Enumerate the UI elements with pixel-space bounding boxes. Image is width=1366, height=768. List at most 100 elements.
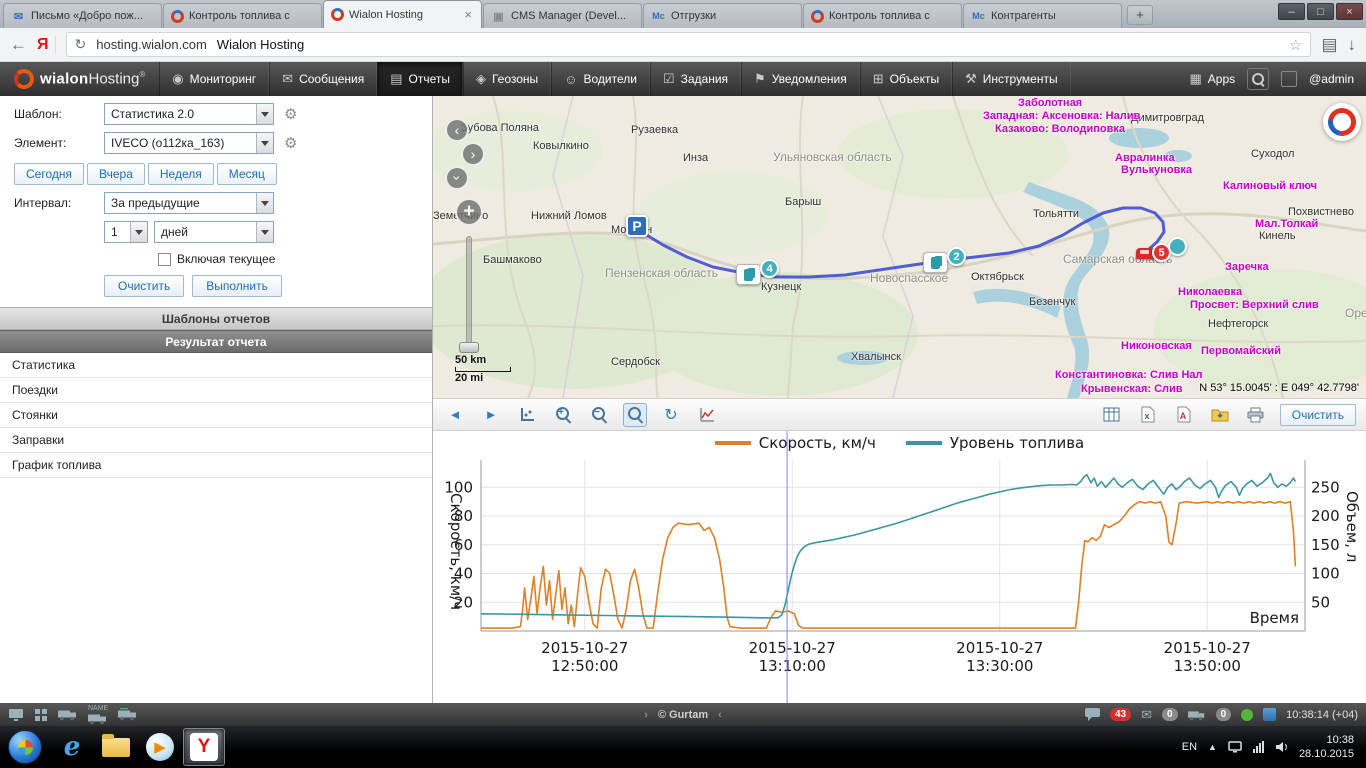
tab-close-icon[interactable]: × [462,7,474,22]
url-box[interactable]: ↻ hosting.wialon.com Wialon Hosting ☆ [66,32,1312,57]
network-icon[interactable] [1253,741,1264,753]
template-settings-wrench-icon[interactable]: ⚙ [284,105,297,123]
period-button[interactable]: Неделя [148,163,214,185]
map-down-button[interactable]: › [445,166,469,190]
export-pdf-icon[interactable]: A [1172,403,1196,427]
browser-tab[interactable]: McКонтрагенты [963,3,1122,28]
parking-marker[interactable]: P [626,215,648,237]
back-button[interactable]: ← [10,35,27,55]
window-maximize-button[interactable]: □ [1307,3,1334,20]
table-view-icon[interactable] [1100,403,1124,427]
nav-item-jobs[interactable]: ☑Задания [650,62,741,96]
browser-tab[interactable]: Wialon Hosting× [323,0,482,28]
reload-icon[interactable]: ↻ [75,36,87,53]
period-button[interactable]: Месяц [217,163,277,185]
taskbar-yandex-browser-icon[interactable]: Y [183,728,225,766]
bookmark-star-icon[interactable]: ☆ [1289,36,1302,54]
interval-count-select[interactable]: 1 [104,221,148,243]
panel-collapse-right-icon[interactable]: ‹ [718,709,722,721]
apps-button[interactable]: ▦ Apps [1189,71,1235,87]
execute-button[interactable]: Выполнить [192,275,282,297]
copyright-label[interactable]: © Gurtam [658,709,708,721]
nav-item-messages[interactable]: ✉Сообщения [269,62,377,96]
taskbar-explorer-icon[interactable] [95,728,137,766]
nav-item-drivers[interactable]: ☺Водители [551,62,650,96]
browser-tab[interactable]: ✉Письмо «Добро пож... [3,3,162,28]
start-button[interactable] [8,730,42,764]
new-tab-button[interactable]: + [1127,5,1153,25]
user-menu[interactable]: @admin [1309,72,1354,86]
tray-display-icon[interactable] [1228,741,1242,753]
period-button[interactable]: Сегодня [14,163,84,185]
downloads-icon[interactable]: ↓ [1348,35,1357,55]
graph-settings-icon[interactable] [515,403,539,427]
map-back-button[interactable]: ‹ [445,118,469,142]
clear-chart-button[interactable]: Очистить [1280,404,1356,426]
chat-icon[interactable] [1085,708,1100,721]
volume-icon[interactable] [1275,741,1288,753]
browser-tab[interactable]: Контроль топлива с [163,3,322,28]
template-select[interactable]: Статистика 2.0 [104,103,274,125]
reading-mode-icon[interactable]: ▤ [1321,35,1337,55]
monitor-icon[interactable] [8,708,24,722]
report-section-item[interactable]: Статистика [0,353,432,378]
nav-item-units[interactable]: ⊞Объекты [860,62,952,96]
truck-group-icon[interactable] [58,708,78,721]
fuel-chart-panel[interactable]: Скорость, км/чУровень топлива 2040608010… [433,431,1366,703]
tray-expand-icon[interactable]: ▲ [1208,742,1217,752]
modules-grid-icon[interactable] [34,708,48,722]
taskbar-media-player-icon[interactable]: ▶ [139,728,181,766]
include-current-checkbox[interactable] [158,253,171,266]
taskbar-clock[interactable]: 10:38 28.10.2015 [1299,733,1354,762]
nav-item-notifications[interactable]: ⚑Уведомления [741,62,860,96]
map-forward-button[interactable]: › [461,142,485,166]
zoom-slider-track[interactable] [466,236,472,348]
report-section-item[interactable]: Заправки [0,428,432,453]
export-excel-icon[interactable]: x [1136,403,1160,427]
browser-tab[interactable]: ▣CMS Manager (Devel... [483,3,642,28]
event-count-marker[interactable]: 5 [1152,243,1171,262]
report-section-item[interactable]: Стоянки [0,403,432,428]
panel-collapse-left-icon[interactable]: › [644,709,648,721]
report-section-item[interactable]: График топлива [0,453,432,478]
next-page-button[interactable]: ► [479,403,503,427]
fuel-station-marker[interactable] [736,264,761,285]
interval-select[interactable]: За предыдущие [104,192,274,214]
zoom-out-icon[interactable]: − [587,403,611,427]
nav-item-geofences[interactable]: ◈Геозоны [463,62,551,96]
jobs-truck-icon[interactable] [1188,709,1206,721]
connection-status-icon[interactable] [1241,709,1253,721]
zoom-in-button[interactable]: + [455,198,483,226]
search-icon[interactable] [1247,68,1269,90]
window-close-button[interactable]: × [1336,3,1363,20]
element-select[interactable]: IVECO (о112ка_163) [104,132,274,154]
nav-item-monitoring[interactable]: ◉Мониторинг [159,62,269,96]
taskbar-ie-icon[interactable]: e [51,728,93,766]
result-section-header[interactable]: Результат отчета [0,330,432,353]
truck-route-icon[interactable] [118,708,138,721]
yandex-menu-button[interactable]: Я [37,36,56,54]
keyboard-layout[interactable]: EN [1182,741,1197,753]
interval-unit-select[interactable]: дней [154,221,274,243]
period-button[interactable]: Вчера [87,163,145,185]
export-file-icon[interactable] [1208,403,1232,427]
element-settings-wrench-icon[interactable]: ⚙ [284,134,297,152]
truck-name-icon[interactable]: NAME [88,705,108,725]
zoom-slider-handle[interactable] [459,342,479,353]
browser-tab[interactable]: McОтгрузки [643,3,802,28]
report-section-item[interactable]: Поездки [0,378,432,403]
trend-chart-icon[interactable] [695,403,719,427]
templates-section-header[interactable]: Шаблоны отчетов [0,307,432,330]
fullscreen-icon[interactable] [1281,71,1297,87]
zoom-in-icon[interactable]: + [551,403,575,427]
event-count-marker[interactable]: 4 [760,259,779,278]
zoom-box-icon[interactable] [623,403,647,427]
mail-notify-icon[interactable]: ✉ [1141,707,1152,723]
map-panel[interactable]: Зубова ПолянаКовылкиноРузаевкаИнзаУльяно… [433,96,1366,398]
nav-item-tools[interactable]: ⚒Инструменты [952,62,1070,96]
event-count-marker[interactable]: 2 [947,247,966,266]
clear-button[interactable]: Очистить [104,275,184,297]
nav-item-reports[interactable]: ▤Отчеты [377,62,463,96]
window-minimize-button[interactable]: – [1278,3,1305,20]
prev-page-button[interactable]: ◄ [443,403,467,427]
